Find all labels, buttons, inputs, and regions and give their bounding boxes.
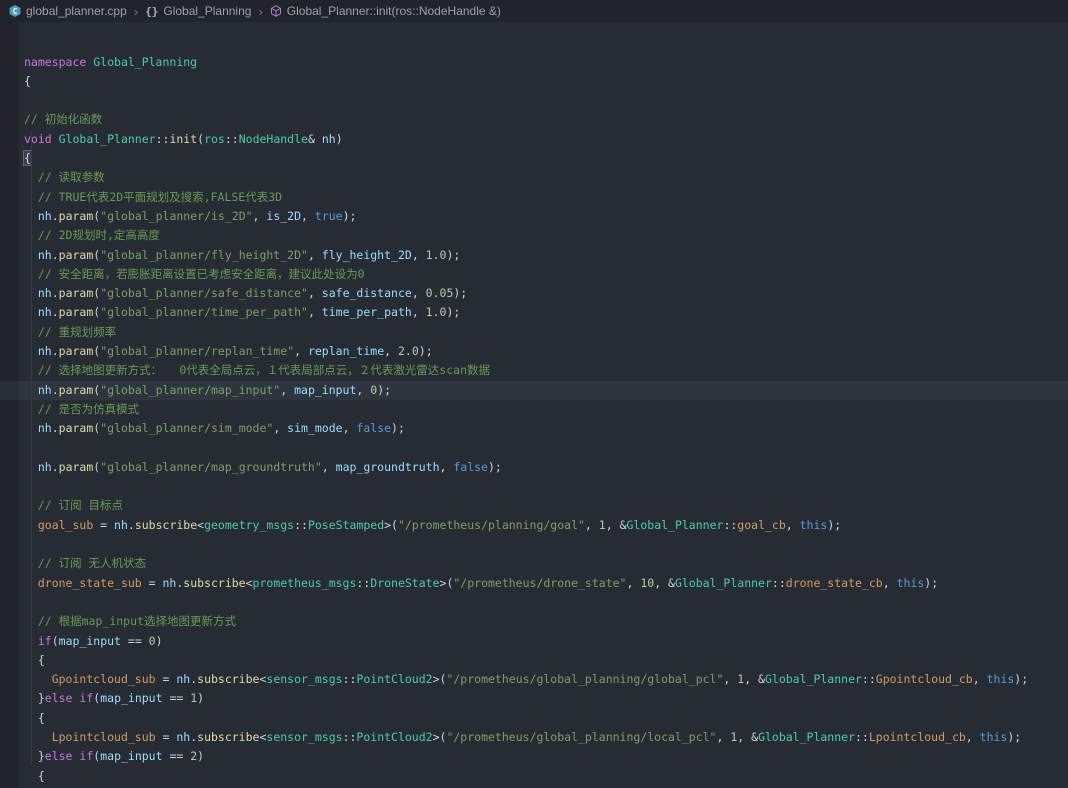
code-line[interactable]: nh.param("global_planner/map_groundtruth… [0,458,1068,477]
code-line[interactable]: // 安全距离，若膨胀距离设置已考虑安全距离，建议此处设为0 [0,265,1068,284]
code-line[interactable]: }else if(map_input == 1) [0,689,1068,708]
namespace-icon: {} [145,4,159,18]
code-line[interactable]: nh.param("global_planner/sim_mode", sim_… [0,419,1068,438]
code-line[interactable]: { [0,767,1068,786]
code-line[interactable]: nh.param("global_planner/time_per_path",… [0,303,1068,322]
code-line[interactable]: Gpointcloud_sub = nh.subscribe<sensor_ms… [0,670,1068,689]
editor-window: namespace Global_Planning{ // 初始化函数 void … [0,0,1068,788]
code-line[interactable]: nh.param("global_planner/map_input", map… [0,380,1068,400]
code-line[interactable]: Lpointcloud_sub = nh.subscribe<sensor_ms… [0,728,1068,747]
code-line[interactable]: // 订阅 目标点 [0,496,1068,515]
code-line[interactable]: { [0,709,1068,728]
code-line[interactable]: // 初始化函数 [0,110,1068,129]
code-line[interactable] [0,477,1068,496]
code-line[interactable] [0,535,1068,554]
code-line[interactable]: // TRUE代表2D平面规划及搜索,FALSE代表3D [0,188,1068,207]
code-line[interactable]: void Global_Planner::init(ros::NodeHandl… [0,130,1068,149]
code-line[interactable]: // 选择地图更新方式： 0代表全局点云，１代表局部点云，２代表激光雷达scan… [0,361,1068,380]
code-line[interactable]: goal_sub = nh.subscribe<geometry_msgs::P… [0,516,1068,535]
code-line[interactable]: { [0,149,1068,168]
indent-guide [31,130,32,766]
code-line[interactable]: nh.param("global_planner/safe_distance",… [0,284,1068,303]
code-line[interactable]: // 重规划频率 [0,323,1068,342]
chevron-right-icon: › [133,3,139,19]
code-line[interactable]: drone_state_sub = nh.subscribe<prometheu… [0,574,1068,593]
breadcrumb-file[interactable]: C global_planner.cpp [9,4,127,18]
breadcrumb-method[interactable]: Global_Planner::init(ros::NodeHandle &) [270,4,501,18]
breadcrumb-file-label: global_planner.cpp [26,4,127,18]
breadcrumb-namespace-label: Global_Planning [163,4,252,18]
code-line[interactable]: // 2D规划时,定高高度 [0,226,1068,245]
code-line[interactable] [0,91,1068,110]
chevron-right-icon: › [258,3,263,19]
code-line[interactable]: // 是否为仿真模式 [0,400,1068,419]
code-line[interactable]: { [0,651,1068,670]
code-line[interactable]: // 根据map_input选择地图更新方式 [0,612,1068,631]
cpp-file-icon: C [9,5,21,17]
code-line[interactable]: }else if(map_input == 2) [0,747,1068,766]
code-line[interactable]: // 读取参数 [0,168,1068,187]
code-line[interactable]: // 订阅 无人机状态 [0,554,1068,573]
code-line[interactable] [0,593,1068,612]
code-line[interactable]: { [0,72,1068,91]
code-line[interactable] [0,439,1068,458]
code-line[interactable]: nh.param("global_planner/fly_height_2D",… [0,246,1068,265]
code-line[interactable]: nh.param("global_planner/is_2D", is_2D, … [0,207,1068,226]
code-line[interactable]: namespace Global_Planning [0,53,1068,72]
code-line[interactable]: if(map_input == 0) [0,632,1068,651]
breadcrumb-bar: C global_planner.cpp › {} Global_Plannin… [0,0,1068,22]
code-editor[interactable]: namespace Global_Planning{ // 初始化函数 void … [0,14,1068,788]
code-line[interactable]: nh.param("global_planner/replan_time", r… [0,342,1068,361]
code-lines: namespace Global_Planning{ // 初始化函数 void … [0,53,1068,788]
breadcrumb-method-label: Global_Planner::init(ros::NodeHandle &) [286,4,501,18]
breadcrumb-namespace[interactable]: {} Global_Planning [145,4,251,18]
method-icon [270,5,282,17]
